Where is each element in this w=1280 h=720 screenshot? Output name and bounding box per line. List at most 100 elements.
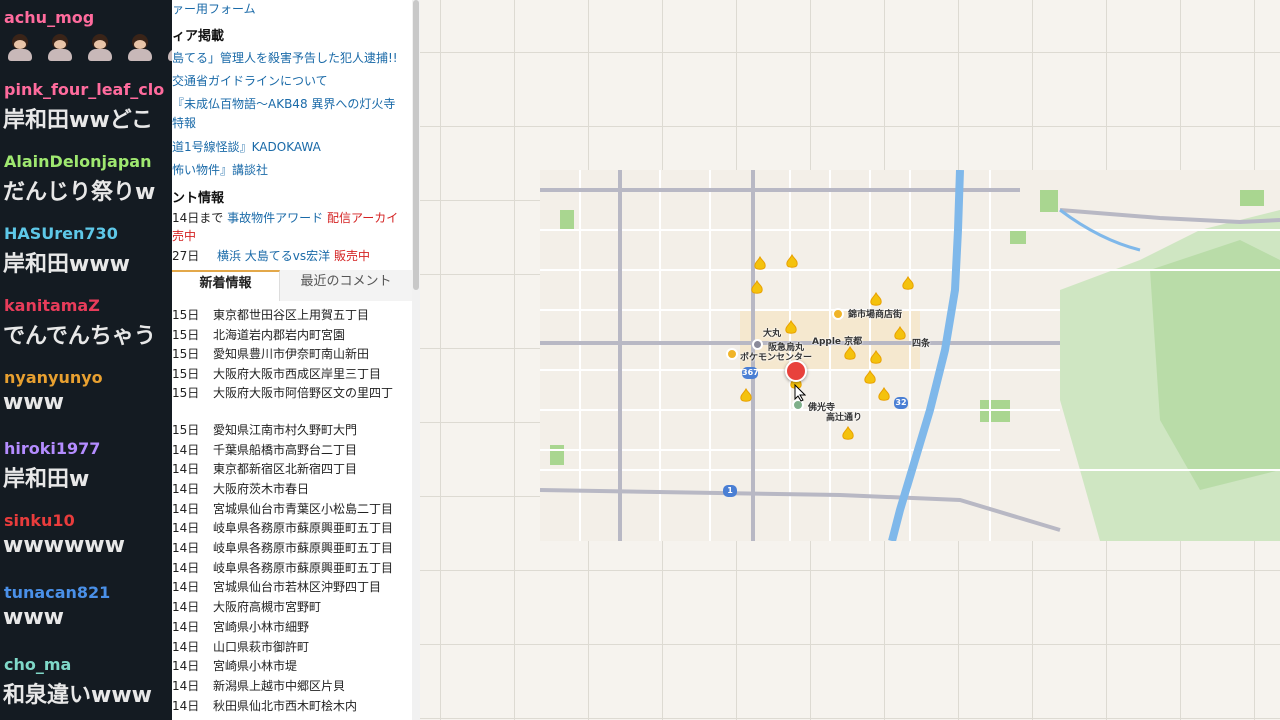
news-address: 岐阜県各務原市蘇原興亜町五丁目 [213,521,394,535]
event-status[interactable]: 配信アーカイ [327,211,398,225]
news-address: 新潟県上越市中郷区片貝 [213,679,346,693]
chat-username: cho_ma [4,655,72,674]
news-date: 14日 [172,561,200,575]
news-date: 15日 [172,386,200,400]
chat-text: 岸和田www [3,252,130,277]
map-label-takatsuji[interactable]: 高辻通り [826,410,862,423]
chat-text: 岸和田wwどこ [3,108,153,133]
news-date: 14日 [172,620,200,634]
news-address: 愛知県江南市村久野町大門 [213,423,358,437]
news-address: 千葉県船橋市高野台二丁目 [213,443,358,457]
media-link[interactable]: 道1号線怪談』KADOKAWA [172,138,321,155]
news-tabs: 新着情報 最近のコメント [172,270,412,301]
map-tile[interactable]: 錦市場商店街 大丸 阪急烏丸 Apple 京都 ポケモンセンター 四条 佛光寺 … [540,170,1280,541]
incident-marker-icon[interactable] [784,254,800,270]
news-date: 14日 [172,521,200,535]
incident-marker-icon[interactable] [840,426,856,442]
info-panel: ァー用フォーム ィア掲載 島てる」管理人を殺害予告した犯人逮捕!! 交通省ガイド… [172,0,420,720]
news-address: 宮城県仙台市青葉区小松島二丁目 [213,502,394,516]
incident-marker-icon[interactable] [900,276,916,292]
news-date: 14日 [172,443,200,457]
event-link[interactable]: 事故物件アワード [227,211,323,225]
chat-text: www [3,390,64,415]
chat-text: www [3,605,64,630]
news-date: 14日 [172,679,200,693]
news-address: 大阪府大阪市阿倍野区文の里四丁 [213,386,394,400]
route-badge: 367 [742,367,759,379]
form-link[interactable]: ァー用フォーム [172,0,256,17]
emote-icon [124,30,156,62]
map-label-shijo[interactable]: 四条 [912,336,930,349]
news-date: 14日 [172,462,200,476]
emote-icon [84,30,116,62]
chat-username: pink_four_leaf_clo [4,80,165,99]
news-date: 14日 [172,541,200,555]
map-label-nishiki[interactable]: 錦市場商店街 [848,307,902,320]
incident-marker-icon[interactable] [749,280,765,296]
chat-text: でんでんちゃう [3,324,156,349]
chat-text: 和泉違いwww [3,683,152,708]
emote-icon [4,30,36,62]
news-address: 東京都世田谷区上用賀五丁目 [213,308,370,322]
event-status: 売中 [172,229,197,243]
chat-username: AlainDelonjapan [4,152,152,171]
news-date: 14日 [172,502,200,516]
scrollbar-thumb[interactable] [413,0,419,290]
media-heading: ィア掲載 [172,29,225,44]
news-date: 15日 [172,347,200,361]
news-date: 14日 [172,580,200,594]
media-link[interactable]: 島てる」管理人を殺害予告した犯人逮捕!! [172,49,398,66]
chat-username: kanitamaZ [4,296,100,315]
incident-marker-icon[interactable] [738,388,754,404]
event-date: 14日まで [172,211,224,225]
news-date: 15日 [172,328,200,342]
shop-place-icon[interactable] [832,308,844,320]
incident-marker-icon[interactable] [752,256,768,272]
emote-icon [164,30,172,62]
route-badge: 32 [894,397,908,409]
chat-username: sinku10 [4,511,75,530]
route-number: 367 [742,368,759,377]
chat-username: achu_mog [4,8,95,27]
incident-marker-icon[interactable] [783,320,799,336]
news-address: 秋田県仙北市西木町桧木内 [213,699,358,713]
event-status[interactable]: 販売中 [334,249,370,263]
chat-username: tunacan821 [4,583,111,602]
news-address: 北海道岩内郡岩内町宮園 [213,328,346,342]
media-link[interactable]: 『未成仏百物語～AKB48 異界への灯火寺 [172,95,395,112]
news-date: 14日 [172,659,200,673]
tab-recent-comments[interactable]: 最近のコメント [280,270,412,301]
media-link[interactable]: 交通省ガイドラインについて [172,72,328,89]
event-row: 14日まで 事故物件アワード 配信アーカイ [172,209,398,226]
chat-text: 岸和田w [3,467,90,492]
news-address: 大阪府大阪市西成区岸里三丁目 [213,367,382,381]
map-roads [540,170,1280,541]
news-address: 岐阜県各務原市蘇原興亜町五丁目 [213,541,394,555]
chat-username: hiroki1977 [4,439,101,458]
incident-marker-icon[interactable] [868,350,884,366]
incident-marker-icon[interactable] [892,326,908,342]
map-label-daimaru[interactable]: 大丸 [763,326,781,339]
media-link[interactable]: 怖い物件』講談社 [172,161,268,178]
page-scrollbar[interactable] [412,0,420,720]
chat-username: nyanyunyo [4,368,103,387]
event-heading: ント情報 [172,191,225,206]
media-link[interactable]: 特報 [172,114,196,131]
incident-marker-icon[interactable] [842,346,858,362]
event-date: 27日 [172,249,200,263]
news-address: 愛知県豊川市伊奈町南山新田 [213,347,370,361]
shop-place-icon[interactable] [726,348,738,360]
station-place-icon[interactable] [752,339,763,350]
tab-new-info[interactable]: 新着情報 [172,270,280,301]
incident-marker-icon[interactable] [876,387,892,403]
selected-marker-icon[interactable] [785,360,807,382]
news-address: 宮城県仙台市若林区沖野四丁目 [213,580,382,594]
chat-overlay: achu_mog pink_four_leaf_clo 岸和田wwどこ Alai… [0,0,172,720]
chat-text: wwwwww [3,533,125,558]
chat-username: HASUren730 [4,224,118,243]
news-date: 14日 [172,640,200,654]
incident-marker-icon[interactable] [862,370,878,386]
chat-text: だんじり祭りw [3,180,156,205]
event-link[interactable]: 横浜 大島てるvs宏洋 [217,249,330,263]
incident-marker-icon[interactable] [868,292,884,308]
